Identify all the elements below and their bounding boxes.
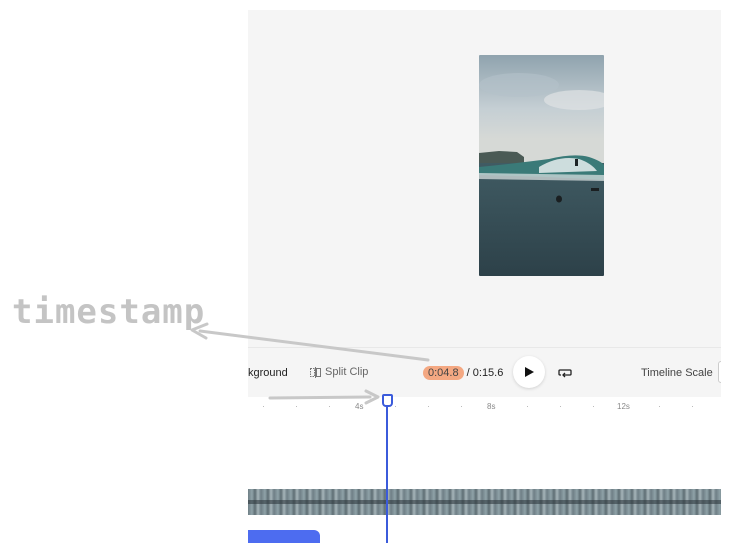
playhead-line[interactable] <box>386 403 388 543</box>
current-time: 0:04.8 <box>423 366 464 380</box>
playback-toolbar: kground Split Clip 0:04.8 / 0:15.6 Timel… <box>248 347 721 398</box>
play-button[interactable] <box>513 356 545 388</box>
play-icon <box>525 367 534 377</box>
tick-dot <box>461 406 462 407</box>
tick-dot <box>263 406 264 407</box>
tick-dot <box>692 406 693 407</box>
timeline-scale-label: Timeline Scale <box>641 367 713 379</box>
tick-dot <box>659 406 660 407</box>
video-frame-image <box>479 55 604 276</box>
ruler-label-8s: 8s <box>487 402 496 411</box>
time-separator: / <box>463 367 473 379</box>
timeline-tracks[interactable] <box>248 415 721 543</box>
tick-dot <box>329 406 330 407</box>
annotation-label: timestamp <box>12 292 206 332</box>
ruler-label-12s: 12s <box>617 402 630 411</box>
tick-dot <box>560 406 561 407</box>
timeline-scale-control[interactable] <box>718 361 721 383</box>
tick-dot <box>296 406 297 407</box>
total-time: 0:15.6 <box>472 367 504 379</box>
background-button[interactable]: kground <box>248 367 288 379</box>
playhead-handle[interactable] <box>382 394 393 407</box>
tick-dot <box>527 406 528 407</box>
tick-dot <box>395 406 396 407</box>
track-bar[interactable] <box>248 530 320 543</box>
ruler-label-4s: 4s <box>355 402 364 411</box>
split-icon <box>310 366 321 378</box>
timestamp-display: 0:04.8 / 0:15.6 <box>423 366 504 380</box>
tick-dot <box>428 406 429 407</box>
filmstrip-horizon <box>248 500 721 504</box>
video-preview[interactable] <box>479 55 604 276</box>
timeline-ruler[interactable]: 4s 8s 12s <box>248 397 721 416</box>
split-clip-label: Split Clip <box>325 366 369 378</box>
split-clip-button[interactable]: Split Clip <box>310 366 368 378</box>
video-clip-filmstrip[interactable] <box>248 489 721 515</box>
loop-icon[interactable] <box>558 366 572 380</box>
video-editor: kground Split Clip 0:04.8 / 0:15.6 Timel… <box>248 10 721 543</box>
tick-dot <box>593 406 594 407</box>
